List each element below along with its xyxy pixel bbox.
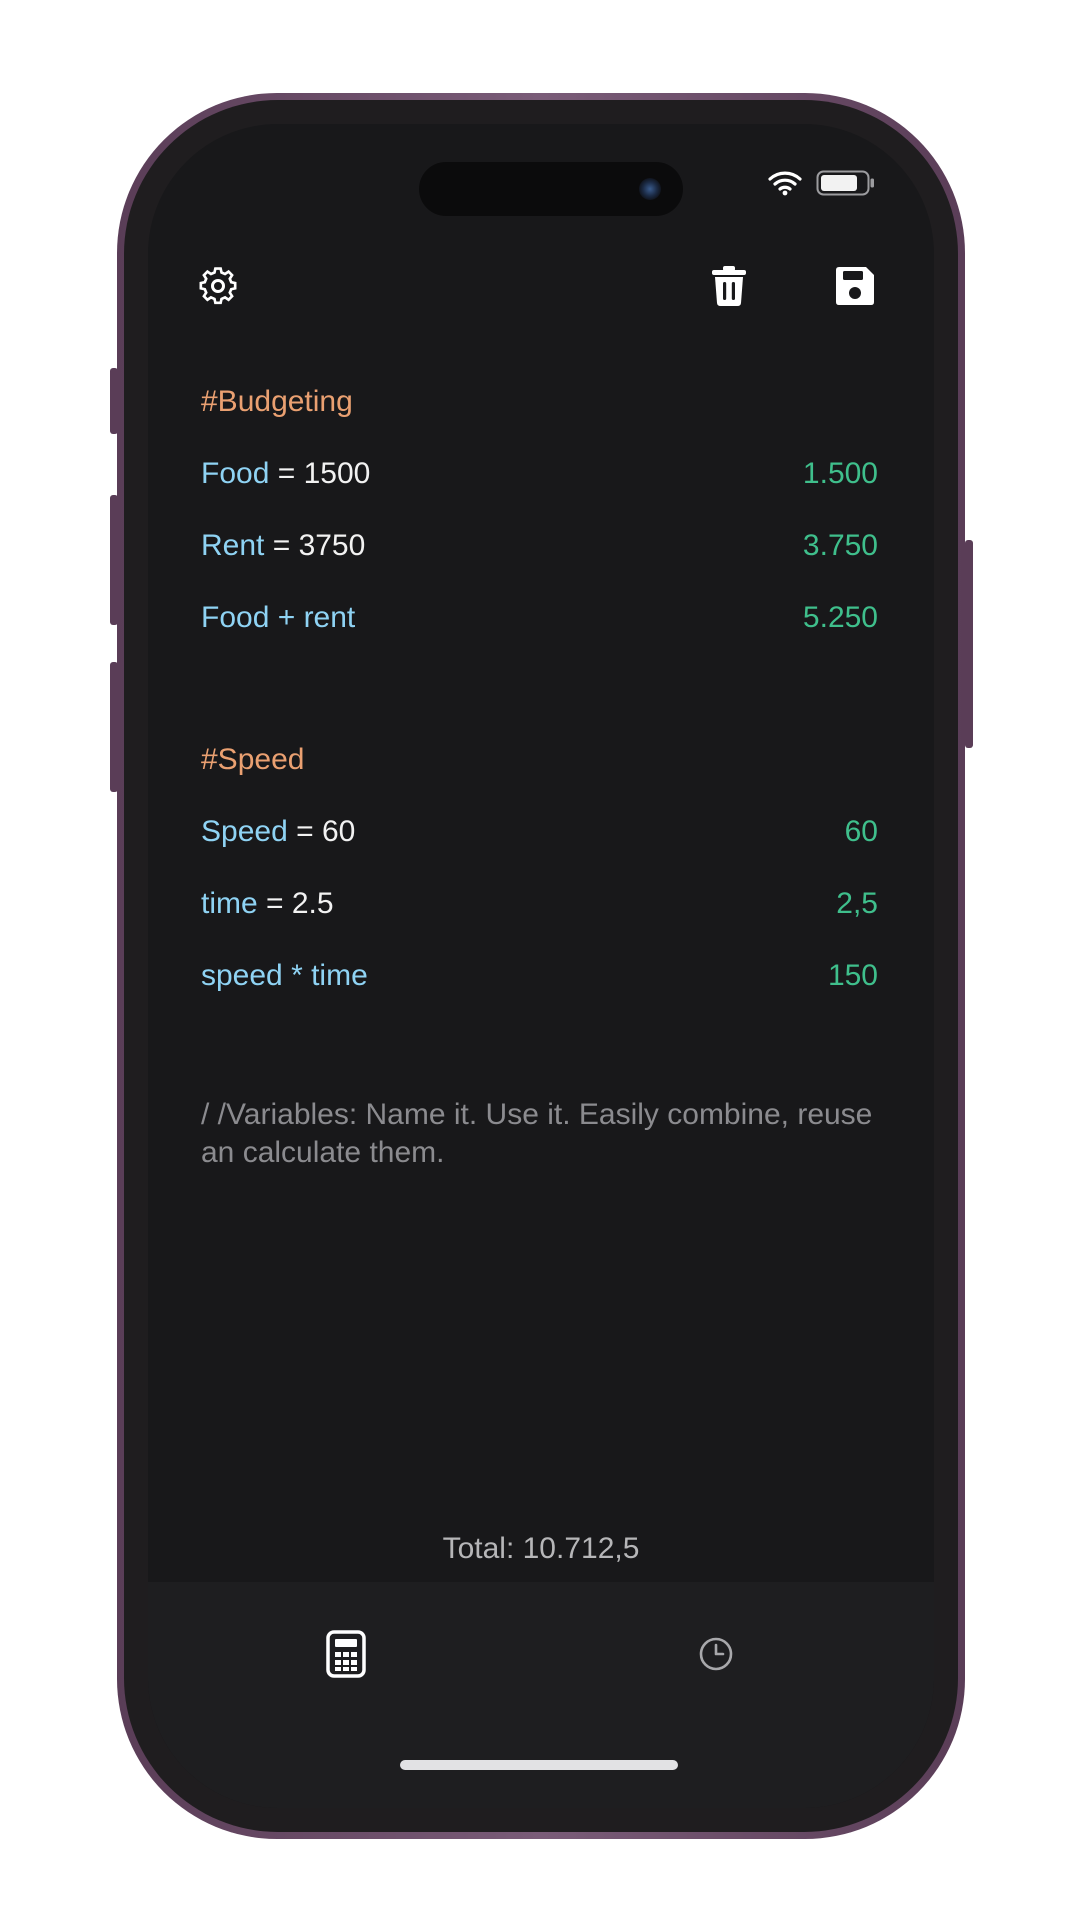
variable-name: speed * time [201, 959, 368, 992]
phone-bezel: #Budgeting Food = 1500 1.500 Rent = 3750… [124, 100, 958, 1832]
expression: Food + rent [201, 596, 355, 640]
comment-line[interactable]: / /Variables: Name it. Use it. Easily co… [201, 1096, 878, 1172]
delete-button[interactable] [705, 264, 753, 312]
phone-frame: #Budgeting Food = 1500 1.500 Rent = 3750… [117, 93, 965, 1839]
line-result: 60 [844, 815, 878, 848]
expression-rest: = 60 [287, 815, 356, 848]
line-result: 5.250 [802, 601, 878, 634]
line-result: 1.500 [802, 457, 878, 490]
tab-history[interactable] [686, 1626, 746, 1686]
app-screen: #Budgeting Food = 1500 1.500 Rent = 3750… [148, 124, 934, 1808]
expression-rest: = 2.5 [257, 887, 334, 920]
calc-line[interactable]: speed * time 150 [201, 954, 878, 1026]
save-button[interactable] [831, 264, 879, 312]
line-result: 150 [827, 959, 878, 992]
battery-icon [816, 170, 876, 201]
variable-name: Food + rent [201, 601, 356, 634]
calculation-sheet[interactable]: #Budgeting Food = 1500 1.500 Rent = 3750… [201, 380, 878, 1172]
calc-line[interactable]: Food + rent 5.250 [201, 596, 878, 668]
floppy-disk-icon [835, 266, 875, 311]
expression: Rent = 3750 [201, 524, 365, 568]
tab-calculator[interactable] [316, 1626, 376, 1686]
calc-line[interactable]: Speed = 60 60 [201, 810, 878, 882]
dynamic-island [419, 162, 683, 216]
wifi-icon [768, 170, 802, 201]
expression-rest: = 1500 [269, 457, 371, 490]
power-button [965, 540, 973, 748]
calc-line[interactable]: Food = 1500 1.500 [201, 452, 878, 524]
calculator-icon [326, 1629, 366, 1683]
variable-name: time [201, 887, 258, 920]
line-result: 3.750 [802, 529, 878, 562]
line-result: 2,5 [836, 887, 878, 920]
calc-line[interactable]: Rent = 3750 3.750 [201, 524, 878, 596]
camera-icon [639, 178, 661, 200]
settings-button[interactable] [194, 264, 242, 312]
section-heading: #Speed [201, 743, 305, 776]
section-speed: #Speed Speed = 60 60 time = 2.5 2,5 spee… [201, 738, 878, 1026]
home-indicator[interactable] [400, 1760, 678, 1770]
gear-icon [197, 265, 239, 312]
status-bar [768, 170, 876, 201]
variable-name: Food [201, 457, 270, 490]
expression: speed * time [201, 954, 368, 998]
variable-name: Speed [201, 815, 288, 848]
trash-icon [711, 265, 747, 312]
expression: time = 2.5 [201, 882, 334, 926]
total-label: Total: 10.712,5 [442, 1532, 640, 1565]
expression: Food = 1500 [201, 452, 370, 496]
variable-name: Rent [201, 529, 265, 562]
section-budgeting: #Budgeting Food = 1500 1.500 Rent = 3750… [201, 380, 878, 668]
calc-line[interactable]: time = 2.5 2,5 [201, 882, 878, 954]
clock-icon [698, 1636, 734, 1677]
tab-bar [148, 1582, 934, 1808]
expression-rest: = 3750 [264, 529, 366, 562]
section-heading: #Budgeting [201, 385, 353, 418]
expression: Speed = 60 [201, 810, 355, 854]
